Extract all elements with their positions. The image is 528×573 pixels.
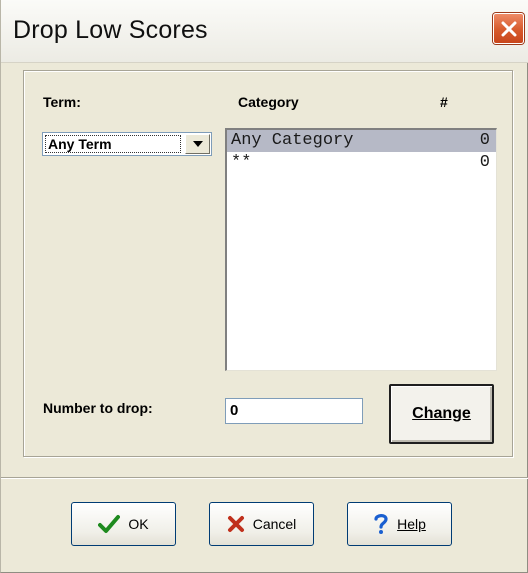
category-header: Category xyxy=(238,94,299,110)
chevron-down-icon xyxy=(192,141,203,147)
button-separator xyxy=(1,477,528,479)
change-button[interactable]: Change xyxy=(389,384,494,444)
list-item[interactable]: Any Category 0 xyxy=(227,130,496,152)
term-select[interactable]: Any Term xyxy=(42,132,212,156)
help-button[interactable]: Help xyxy=(347,502,452,546)
term-select-value: Any Term xyxy=(45,135,181,153)
category-count: 0 xyxy=(479,131,490,150)
category-count: 0 xyxy=(479,153,490,172)
number-to-drop-label: Number to drop: xyxy=(43,400,153,416)
help-button-label: Help xyxy=(397,516,426,532)
cancel-button-label: Cancel xyxy=(252,516,297,532)
x-icon xyxy=(227,515,245,533)
number-to-drop-input[interactable]: 0 xyxy=(225,398,363,424)
list-item[interactable]: ** 0 xyxy=(227,152,496,174)
count-header: # xyxy=(440,94,448,110)
ok-button[interactable]: OK xyxy=(71,502,176,546)
question-mark-icon xyxy=(373,513,389,535)
category-list[interactable]: Any Category 0 ** 0 xyxy=(225,128,497,371)
checkmark-icon xyxy=(98,514,121,534)
ok-button-label: OK xyxy=(128,516,149,532)
cancel-button[interactable]: Cancel xyxy=(209,502,314,546)
dialog-window: Drop Low Scores Term: Category # Any Ter… xyxy=(0,0,528,573)
title-bar[interactable]: Drop Low Scores xyxy=(1,0,528,63)
category-name: Any Category xyxy=(231,131,354,150)
term-label: Term: xyxy=(43,94,81,110)
close-button[interactable] xyxy=(493,13,524,44)
change-button-label: Change xyxy=(412,405,471,422)
window-title: Drop Low Scores xyxy=(13,16,208,44)
close-icon xyxy=(501,21,516,36)
category-name: ** xyxy=(231,153,252,172)
dropdown-arrow-button[interactable] xyxy=(185,134,210,154)
